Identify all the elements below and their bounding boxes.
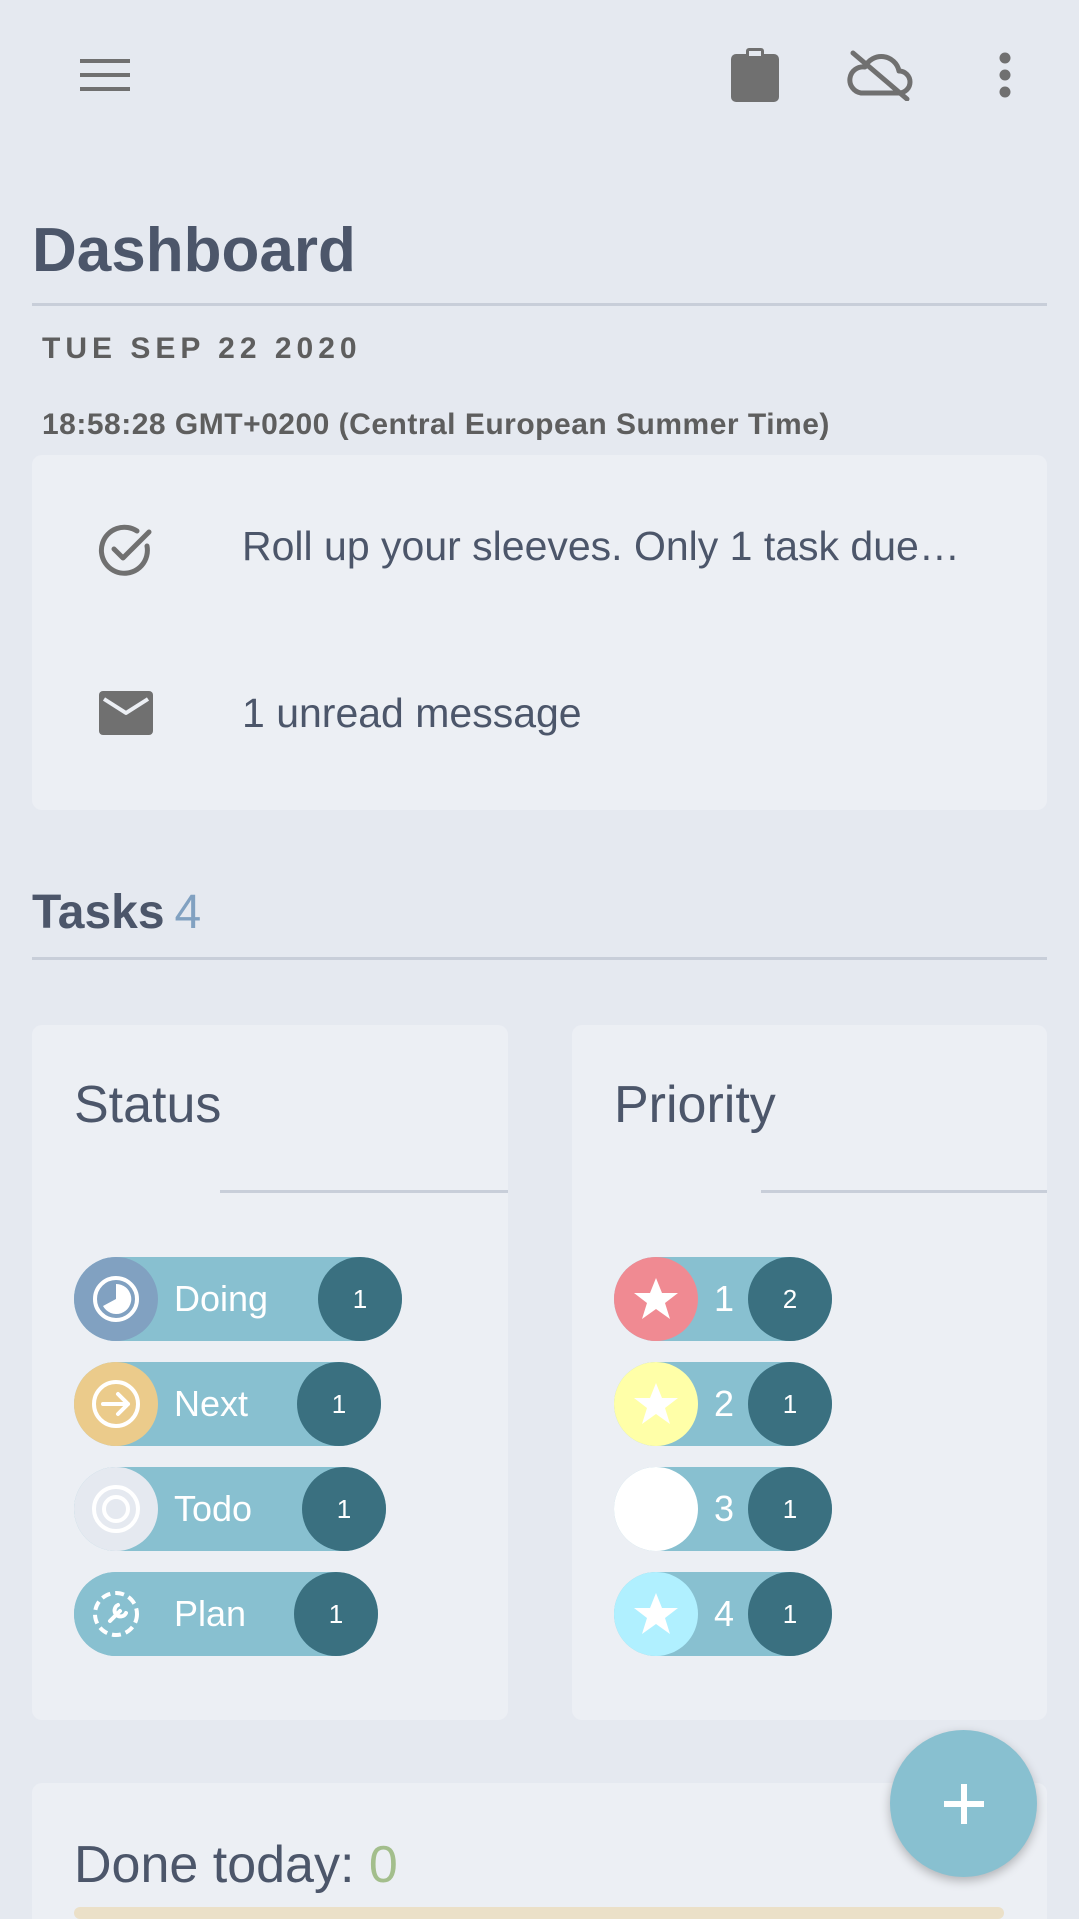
next-arrow-icon [74,1362,158,1446]
current-time: 18:58:28 GMT+0200 (Central European Summ… [42,408,830,441]
status-panel: Status Doing 1 Next 1 Todo 1 Plan 1 [32,1025,508,1720]
page-title: Dashboard [32,216,356,285]
more-vert-icon [999,52,1011,98]
messages-row[interactable]: 1 unread message [32,660,1047,770]
done-progress-bar [74,1907,1004,1919]
priority-count-badge: 1 [748,1572,832,1656]
status-title-line [220,1190,508,1193]
priority-label: 2 [714,1383,735,1424]
sync-button[interactable] [840,40,920,110]
check-circle-icon [98,524,152,576]
priority-chip-1[interactable]: 1 2 [614,1257,832,1341]
current-date: TUE SEP 22 2020 [42,332,362,365]
tasks-label: Tasks [32,886,165,939]
clipboard-icon [731,48,779,102]
menu-icon [80,59,130,91]
priority-chip-4[interactable]: 4 1 [614,1572,832,1656]
priority-chip-3[interactable]: 3 1 [614,1467,832,1551]
plan-wrench-icon [74,1572,158,1656]
priority-count-badge: 1 [748,1467,832,1551]
done-today-label: Done today: [74,1836,355,1894]
summary-card: Roll up your sleeves. Only 1 task due… 1… [32,455,1047,810]
messages-text: 1 unread message [242,690,582,736]
priority-label: 3 [714,1488,735,1529]
status-label: Next [174,1383,249,1424]
status-chip-todo[interactable]: Todo 1 [74,1467,386,1551]
clipboard-button[interactable] [720,40,790,110]
menu-button[interactable] [70,45,140,105]
priority-count-badge: 1 [748,1362,832,1446]
doing-icon [74,1257,158,1341]
mail-icon [99,691,153,735]
priority-label: 1 [714,1278,735,1319]
title-divider [32,303,1047,306]
done-today-count: 0 [368,1836,398,1894]
tasks-count: 4 [174,886,202,939]
priority-panel: Priority 1 2 2 1 3 1 4 1 [572,1025,1047,1720]
status-chip-doing[interactable]: Doing 1 [74,1257,402,1341]
priority-title-line [761,1190,1047,1193]
tasks-divider [32,957,1047,960]
priority-chip-2[interactable]: 2 1 [614,1362,832,1446]
status-count-badge: 1 [294,1572,378,1656]
more-options-button[interactable] [980,45,1030,105]
priority-label: 4 [714,1593,735,1634]
blank-circle [614,1467,698,1551]
tasks-due-row[interactable]: Roll up your sleeves. Only 1 task due… [32,495,1047,605]
status-label: Todo [174,1488,253,1529]
tasks-due-text: Roll up your sleeves. Only 1 task due… [242,523,960,569]
status-count-badge: 1 [318,1257,402,1341]
todo-target-icon [74,1467,158,1551]
status-label: Plan [174,1593,247,1634]
plus-icon [943,1783,984,1824]
status-count-badge: 1 [297,1362,381,1446]
status-label: Doing [174,1278,269,1319]
star-icon [614,1362,698,1446]
priority-title: Priority [614,1076,776,1134]
tasks-heading: Tasks 4 [32,885,201,940]
done-today-heading: Done today: 0 [74,1835,398,1895]
star-icon [614,1572,698,1656]
cloud-off-icon [847,50,913,101]
status-chip-plan[interactable]: Plan 1 [74,1572,378,1656]
add-task-button[interactable] [890,1730,1037,1877]
status-chip-next[interactable]: Next 1 [74,1362,381,1446]
priority-count-badge: 2 [748,1257,832,1341]
status-title: Status [74,1076,222,1134]
status-count-badge: 1 [302,1467,386,1551]
star-icon [614,1257,698,1341]
